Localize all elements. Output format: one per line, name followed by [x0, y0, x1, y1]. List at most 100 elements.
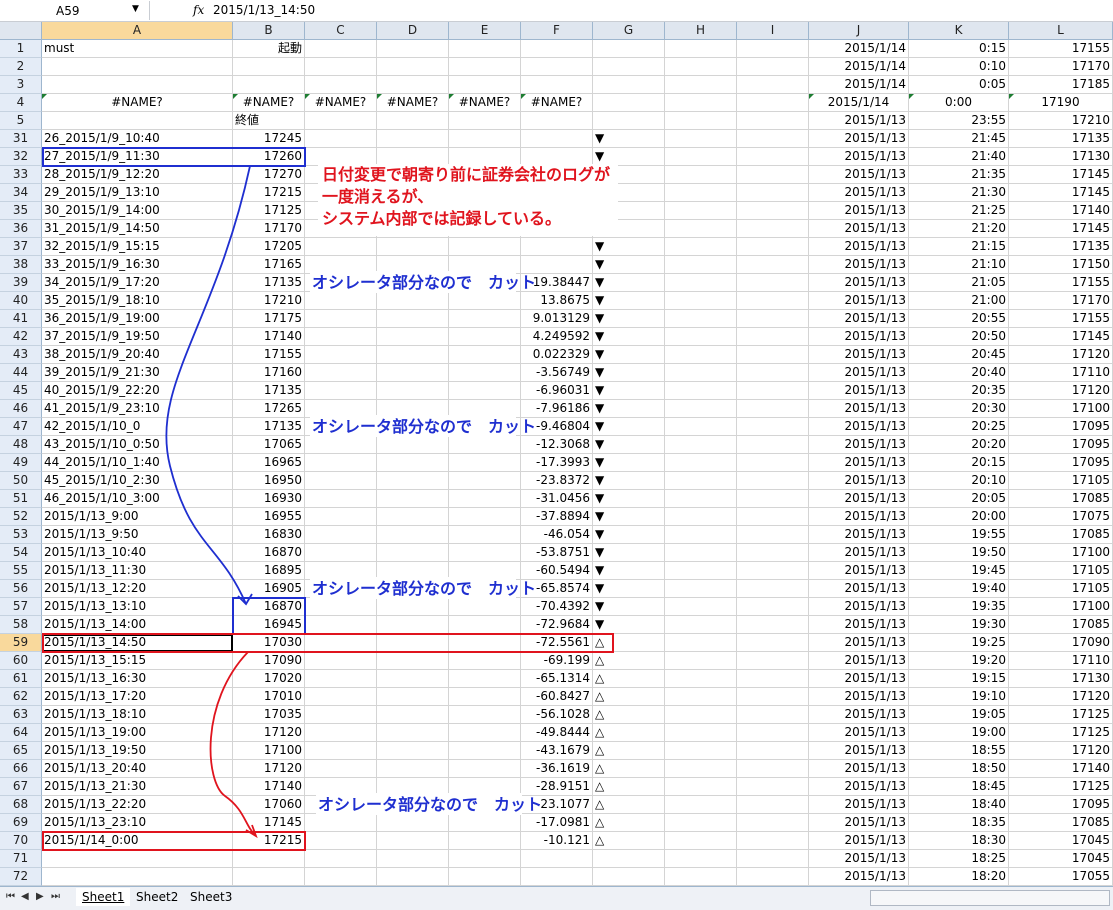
cell-j47[interactable]: 2015/1/13 [809, 418, 909, 436]
cell-j64[interactable]: 2015/1/13 [809, 724, 909, 742]
cell-e40[interactable] [449, 292, 521, 310]
cell-d65[interactable] [377, 742, 449, 760]
cell-d31[interactable] [377, 130, 449, 148]
row-header-72[interactable]: 72 [0, 868, 42, 886]
cell-d48[interactable] [377, 436, 449, 454]
cell-k49[interactable]: 20:15 [909, 454, 1009, 472]
cell-l47[interactable]: 17095 [1009, 418, 1113, 436]
cell-b55[interactable]: 16895 [233, 562, 305, 580]
cell-g31[interactable]: ▼ [593, 130, 665, 148]
cell-f65[interactable]: -43.1679 [521, 742, 593, 760]
row-header-66[interactable]: 66 [0, 760, 42, 778]
cell-l65[interactable]: 17120 [1009, 742, 1113, 760]
cell-k64[interactable]: 19:00 [909, 724, 1009, 742]
cell-l33[interactable]: 17145 [1009, 166, 1113, 184]
cell-b46[interactable]: 17265 [233, 400, 305, 418]
cell-b47[interactable]: 17135 [233, 418, 305, 436]
cell-i71[interactable] [737, 850, 809, 868]
cell-e33[interactable] [449, 166, 521, 184]
cell-e45[interactable] [449, 382, 521, 400]
cell-d66[interactable] [377, 760, 449, 778]
column-header-k[interactable]: K [909, 22, 1009, 40]
cell-h61[interactable] [665, 670, 737, 688]
cell-l69[interactable]: 17085 [1009, 814, 1113, 832]
cell-c48[interactable] [305, 436, 377, 454]
cell-d50[interactable] [377, 472, 449, 490]
cell-l35[interactable]: 17140 [1009, 202, 1113, 220]
cell-i58[interactable] [737, 616, 809, 634]
column-header-e[interactable]: E [449, 22, 521, 40]
cell-k58[interactable]: 19:30 [909, 616, 1009, 634]
cell-i69[interactable] [737, 814, 809, 832]
cell-c60[interactable] [305, 652, 377, 670]
cell-k52[interactable]: 20:00 [909, 508, 1009, 526]
cell-h70[interactable] [665, 832, 737, 850]
cell-e59[interactable] [449, 634, 521, 652]
function-icon[interactable]: fx [193, 3, 204, 17]
cell-g69[interactable]: △ [593, 814, 665, 832]
cell-i67[interactable] [737, 778, 809, 796]
cell-g57[interactable]: ▼ [593, 598, 665, 616]
cell-f59[interactable]: -72.5561 [521, 634, 593, 652]
cell-c57[interactable] [305, 598, 377, 616]
cell-a63[interactable]: 2015/1/13_18:10 [42, 706, 233, 724]
cell-e65[interactable] [449, 742, 521, 760]
cell-c66[interactable] [305, 760, 377, 778]
cell-g45[interactable]: ▼ [593, 382, 665, 400]
cell-j62[interactable]: 2015/1/13 [809, 688, 909, 706]
row-header-43[interactable]: 43 [0, 346, 42, 364]
cell-d2[interactable] [377, 58, 449, 76]
cell-g50[interactable]: ▼ [593, 472, 665, 490]
cell-b3[interactable] [233, 76, 305, 94]
cell-g3[interactable] [593, 76, 665, 94]
cell-a42[interactable]: 37_2015/1/9_19:50 [42, 328, 233, 346]
cell-k4[interactable]: 0:00 [909, 94, 1009, 112]
cell-d69[interactable] [377, 814, 449, 832]
cell-c50[interactable] [305, 472, 377, 490]
cell-d4[interactable]: #NAME? [377, 94, 449, 112]
cell-c45[interactable] [305, 382, 377, 400]
cell-j3[interactable]: 2015/1/14 [809, 76, 909, 94]
cell-d33[interactable] [377, 166, 449, 184]
name-box[interactable]: A59 ▼ [0, 1, 150, 20]
cell-e5[interactable] [449, 112, 521, 130]
cell-i42[interactable] [737, 328, 809, 346]
cell-c53[interactable] [305, 526, 377, 544]
cell-b57[interactable]: 16870 [233, 598, 305, 616]
cell-l32[interactable]: 17130 [1009, 148, 1113, 166]
cell-a40[interactable]: 35_2015/1/9_18:10 [42, 292, 233, 310]
cell-i66[interactable] [737, 760, 809, 778]
cell-f55[interactable]: -60.5494 [521, 562, 593, 580]
cell-j46[interactable]: 2015/1/13 [809, 400, 909, 418]
cell-l66[interactable]: 17140 [1009, 760, 1113, 778]
cell-k38[interactable]: 21:10 [909, 256, 1009, 274]
cell-i41[interactable] [737, 310, 809, 328]
cell-h72[interactable] [665, 868, 737, 886]
cell-j60[interactable]: 2015/1/13 [809, 652, 909, 670]
cell-g49[interactable]: ▼ [593, 454, 665, 472]
column-header-a[interactable]: A [42, 22, 233, 40]
cell-h59[interactable] [665, 634, 737, 652]
cell-a44[interactable]: 39_2015/1/9_21:30 [42, 364, 233, 382]
cell-l51[interactable]: 17085 [1009, 490, 1113, 508]
cell-i64[interactable] [737, 724, 809, 742]
cell-c67[interactable] [305, 778, 377, 796]
cell-c65[interactable] [305, 742, 377, 760]
cell-d39[interactable] [377, 274, 449, 292]
cell-e66[interactable] [449, 760, 521, 778]
cell-i5[interactable] [737, 112, 809, 130]
cell-h36[interactable] [665, 220, 737, 238]
cell-c1[interactable] [305, 40, 377, 58]
cell-l52[interactable]: 17075 [1009, 508, 1113, 526]
cell-h46[interactable] [665, 400, 737, 418]
row-header-47[interactable]: 47 [0, 418, 42, 436]
cell-b69[interactable]: 17145 [233, 814, 305, 832]
cell-b62[interactable]: 17010 [233, 688, 305, 706]
row-header-59[interactable]: 59 [0, 634, 42, 652]
cell-g71[interactable] [593, 850, 665, 868]
cell-e68[interactable] [449, 796, 521, 814]
cell-f3[interactable] [521, 76, 593, 94]
cell-i47[interactable] [737, 418, 809, 436]
cell-h49[interactable] [665, 454, 737, 472]
cell-d57[interactable] [377, 598, 449, 616]
